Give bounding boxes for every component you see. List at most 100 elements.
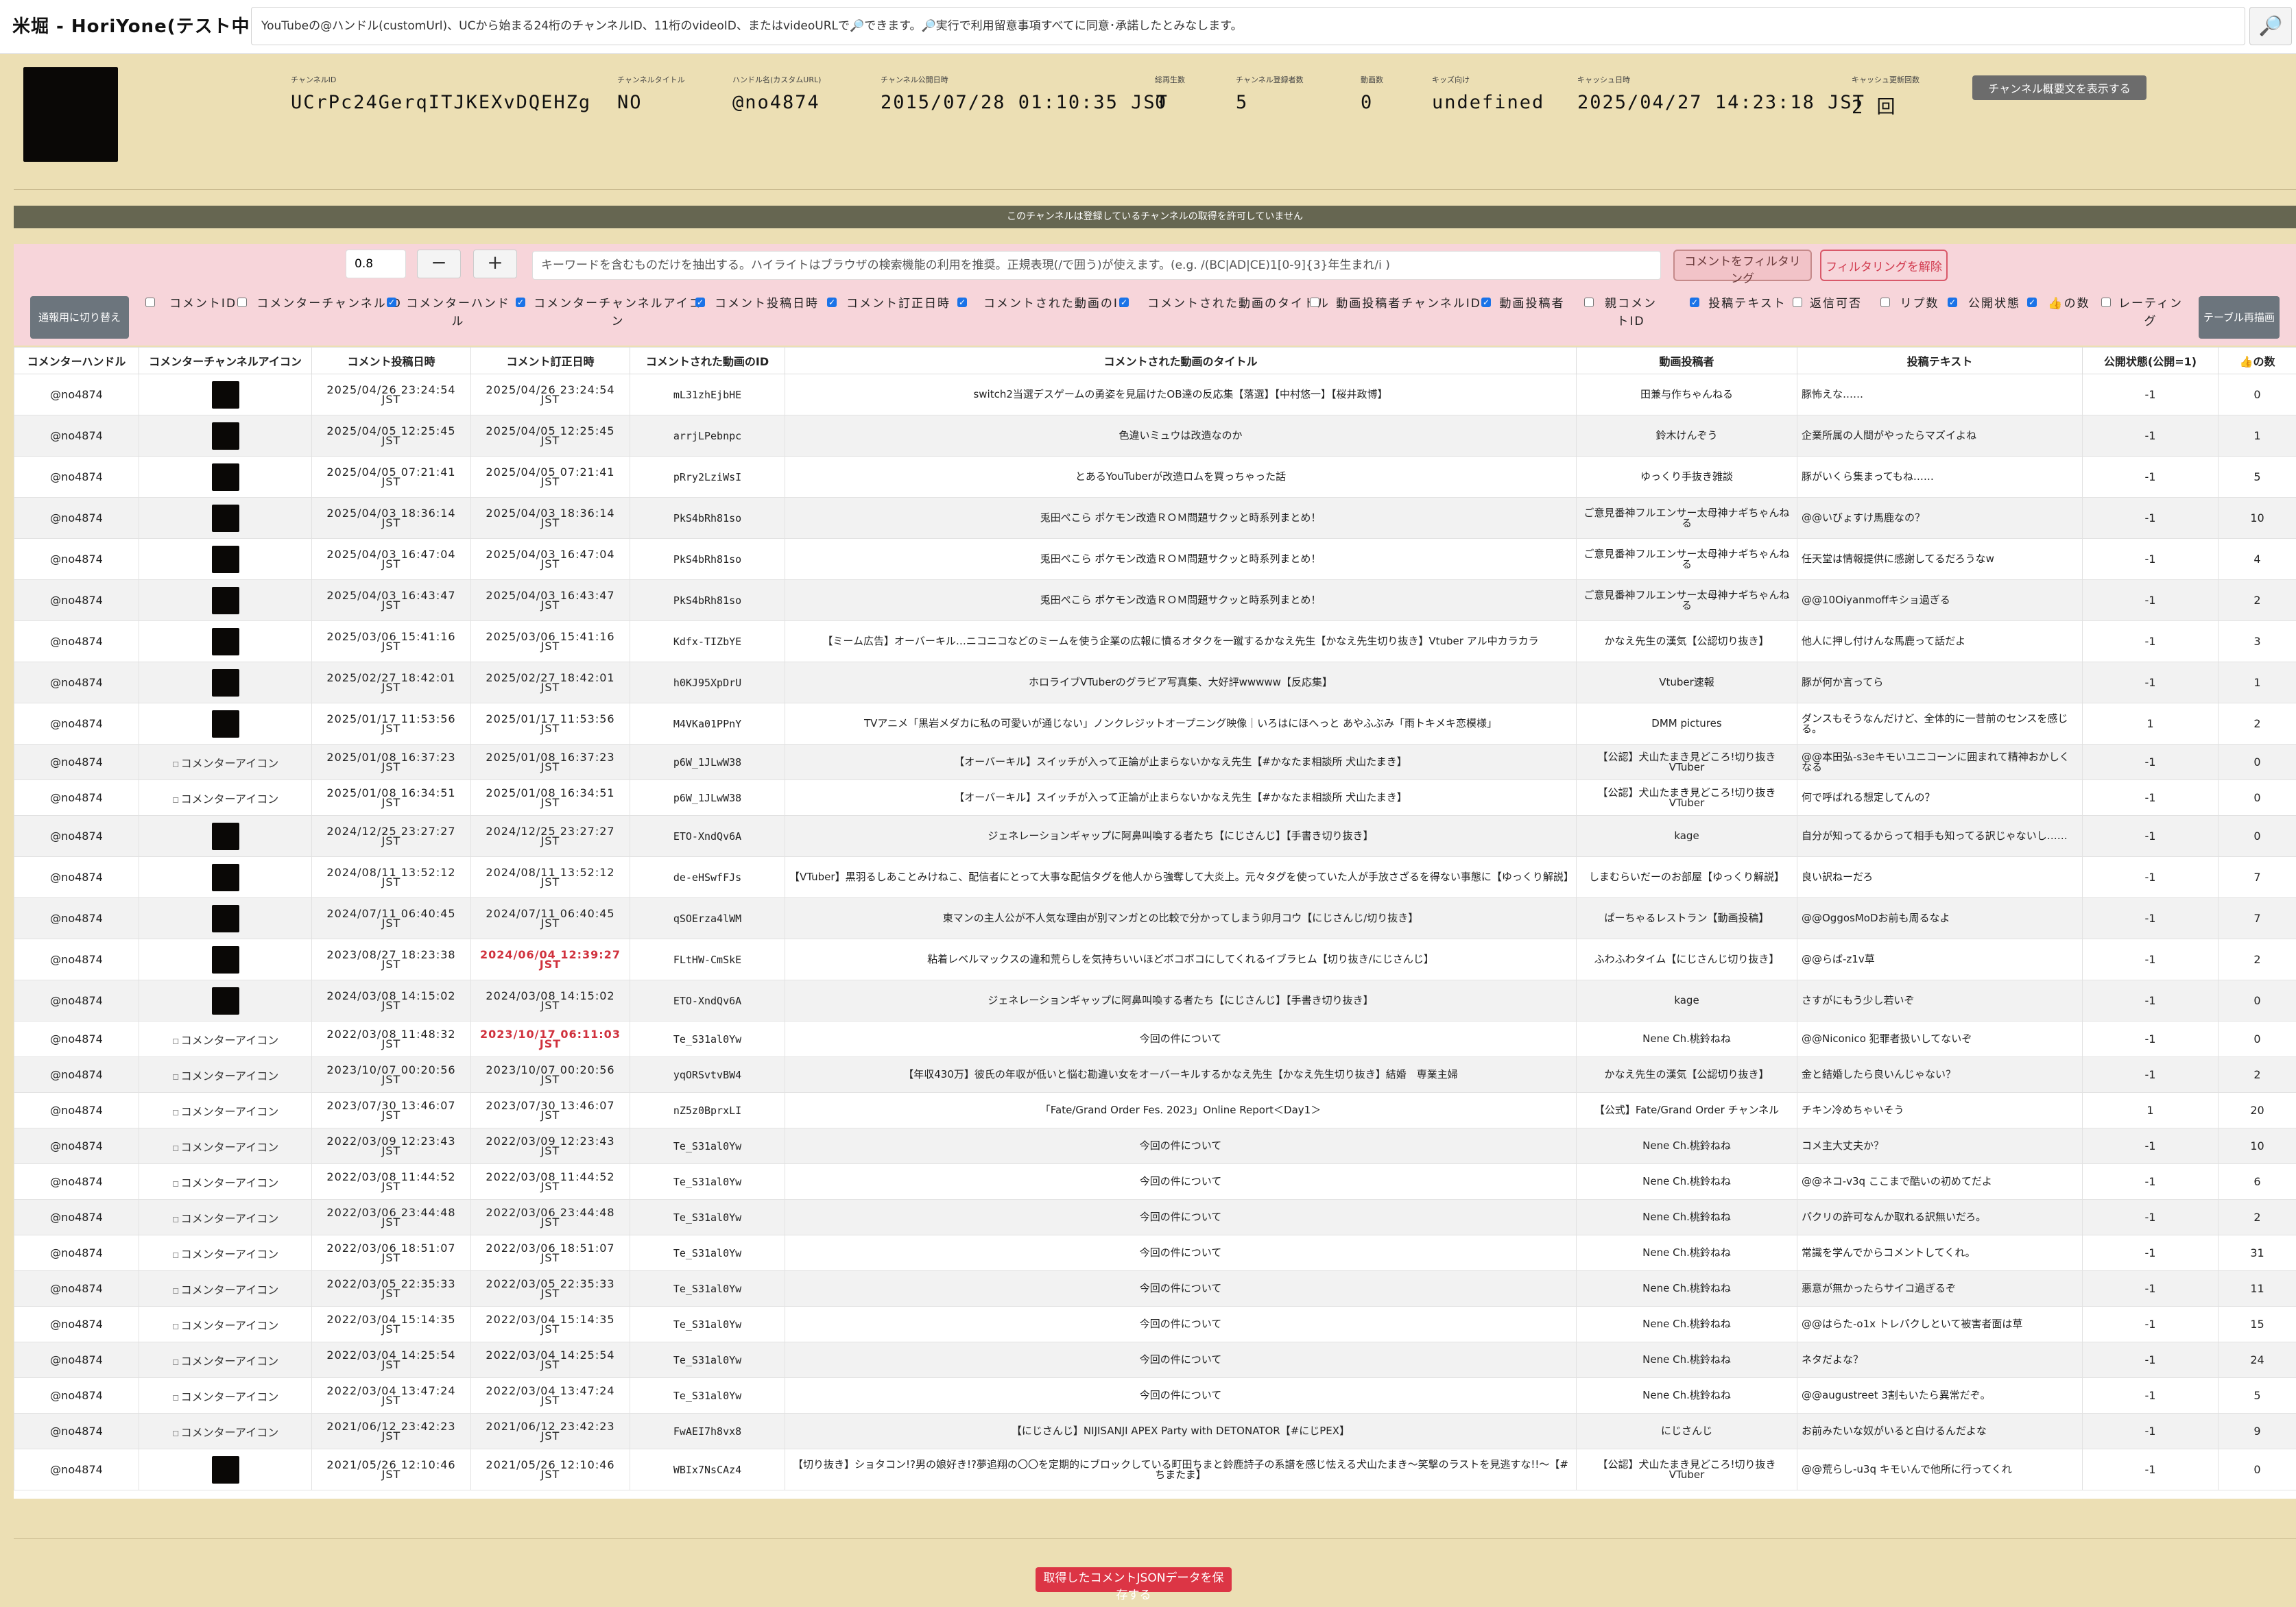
- table-row[interactable]: @no4874 2023/08/27 18:23:38 JST 2024/06/04…: [14, 939, 2296, 980]
- commenter-avatar-icon[interactable]: [211, 586, 239, 614]
- column-toggle[interactable]: ✓ 投稿テキスト: [1690, 295, 1789, 337]
- commenter-avatar-icon[interactable]: [211, 904, 239, 932]
- show-description-button[interactable]: チャンネル概要文を表示する: [1972, 75, 2146, 100]
- table-row[interactable]: @no4874コメンターアイコン2022/03/04 14:25:54 JST2…: [14, 1342, 2296, 1378]
- column-toggle[interactable]: 返信可否: [1793, 295, 1863, 337]
- checkbox-unchecked-icon[interactable]: [2101, 298, 2111, 307]
- checkbox-checked-icon[interactable]: ✓: [2027, 298, 2037, 307]
- checkbox-checked-icon[interactable]: ✓: [827, 298, 837, 307]
- column-header[interactable]: コメンターチャンネルアイコン: [139, 347, 312, 374]
- table-row[interactable]: @no4874 コメンターアイコン 2022/03/06 18:51:07 JST2…: [14, 1235, 2296, 1271]
- table-row[interactable]: @no4874 2025/04/03 16:47:04 JST 2025/04/03…: [14, 538, 2296, 580]
- commenter-avatar-icon[interactable]: [211, 545, 239, 573]
- table-row[interactable]: @no4874 2025/04/03 18:36:14 JST 2025/04/03…: [14, 497, 2296, 539]
- column-header[interactable]: コメンターハンドル: [14, 347, 139, 374]
- column-toggle[interactable]: ✓ コメントされた動画のタイトル: [1119, 295, 1341, 337]
- checkbox-checked-icon[interactable]: ✓: [1948, 298, 1957, 307]
- column-header[interactable]: コメントされた動画のID: [630, 347, 785, 374]
- table-row[interactable]: @no4874 コメンターアイコン 2021/06/12 23:42:23 JST2…: [14, 1413, 2296, 1449]
- table-row[interactable]: @no4874 コメンターアイコン 2022/03/04 15:14:35 JST2…: [14, 1306, 2296, 1342]
- table-row[interactable]: @no4874 2025/04/05 07:21:41 JST 2025/04/05…: [14, 456, 2296, 498]
- checkbox-checked-icon[interactable]: ✓: [516, 298, 525, 307]
- clear-filter-button[interactable]: フィルタリングを解除: [1820, 250, 1948, 281]
- column-toggle[interactable]: コメンターチャンネルID: [237, 295, 405, 337]
- column-toggle[interactable]: ✓ コメント訂正日時: [827, 295, 953, 337]
- checkbox-checked-icon[interactable]: ✓: [957, 298, 967, 307]
- table-row[interactable]: @no4874コメンターアイコン2023/07/30 13:46:07 JST2…: [14, 1092, 2296, 1128]
- column-header[interactable]: 動画投稿者: [1576, 347, 1797, 374]
- table-row[interactable]: @no4874コメンターアイコン2022/03/06 23:44:48 JST2…: [14, 1199, 2296, 1235]
- checkbox-checked-icon[interactable]: ✓: [1481, 298, 1491, 307]
- checkbox-checked-icon[interactable]: ✓: [1690, 298, 1699, 307]
- commenter-avatar-icon[interactable]: [211, 863, 239, 891]
- column-header[interactable]: 投稿テキスト: [1797, 347, 2083, 374]
- keyword-filter-input[interactable]: [532, 251, 1661, 280]
- table-row[interactable]: @no4874 2024/07/11 06:40:45 JST 2024/07/11…: [14, 897, 2296, 939]
- table-row[interactable]: @no4874コメンターアイコン2023/10/07 00:20:56 JST2…: [14, 1056, 2296, 1093]
- column-toggle[interactable]: ✓ 動画投稿者: [1481, 295, 1566, 337]
- commenter-avatar-icon[interactable]: [211, 380, 239, 409]
- search-input[interactable]: [251, 7, 2245, 45]
- column-toggle[interactable]: ✓ コメンターチャンネルアイコン: [516, 295, 704, 337]
- redraw-table-button[interactable]: テーブル再描画: [2199, 296, 2280, 339]
- column-toggle[interactable]: ✓ コメンターハンドル: [387, 295, 513, 337]
- column-header[interactable]: 公開状態(公開=1): [2082, 347, 2219, 374]
- commenter-avatar-icon[interactable]: [211, 822, 239, 850]
- table-row[interactable]: @no4874 コメンターアイコン 2025/01/08 16:34:51 JST2…: [14, 780, 2296, 816]
- column-toggle[interactable]: 親コメントID: [1584, 295, 1661, 337]
- search-button[interactable]: 🔎: [2249, 7, 2292, 45]
- commenter-avatar-icon[interactable]: [211, 1455, 239, 1484]
- table-row[interactable]: @no4874 コメンターアイコン 2022/03/08 11:48:32 JST2…: [14, 1021, 2296, 1057]
- increment-button[interactable]: +: [473, 250, 517, 278]
- checkbox-unchecked-icon[interactable]: [1880, 298, 1890, 307]
- table-row[interactable]: @no4874 2024/12/25 23:27:27 JST 2024/12/25…: [14, 815, 2296, 857]
- table-row[interactable]: @no4874 2024/08/11 13:52:12 JST 2024/08/11…: [14, 856, 2296, 898]
- column-header[interactable]: コメント投稿日時: [311, 347, 471, 374]
- column-toggle[interactable]: 動画投稿者チャンネルID: [1310, 295, 1491, 337]
- table-row[interactable]: @no4874 2025/04/05 12:25:45 JST 2025/04/05…: [14, 415, 2296, 457]
- filter-comments-button[interactable]: コメントをフィルタリング: [1673, 250, 1812, 286]
- column-toggle[interactable]: ✓ コメント投稿日時: [695, 295, 822, 337]
- save-json-button[interactable]: 取得したコメントJSONデータを保存する: [1036, 1567, 1232, 1602]
- column-toggle[interactable]: リプ数: [1880, 295, 1942, 337]
- column-toggle[interactable]: コメントID: [145, 295, 244, 337]
- commenter-avatar-icon[interactable]: [211, 945, 239, 974]
- checkbox-checked-icon[interactable]: ✓: [387, 298, 396, 307]
- checkbox-unchecked-icon[interactable]: [145, 298, 155, 307]
- table-row[interactable]: @no4874 2025/04/03 16:43:47 JST 2025/04/03…: [14, 579, 2296, 621]
- table-row[interactable]: @no4874 コメンターアイコン 2022/03/09 12:23:43 JST2…: [14, 1128, 2296, 1164]
- checkbox-unchecked-icon[interactable]: [1793, 298, 1802, 307]
- commenter-avatar-icon[interactable]: [211, 463, 239, 491]
- table-row[interactable]: @no4874 コメンターアイコン 2022/03/05 22:35:33 JST2…: [14, 1270, 2296, 1307]
- table-row[interactable]: @no4874 コメンターアイコン 2022/03/08 11:44:52 JST2…: [14, 1163, 2296, 1200]
- table-row[interactable]: @no4874 2025/03/06 15:41:16 JST 2025/03/06…: [14, 620, 2296, 662]
- checkbox-checked-icon[interactable]: ✓: [1119, 298, 1129, 307]
- table-row[interactable]: @no4874 2025/01/17 11:53:56 JST 2025/01/17…: [14, 703, 2296, 745]
- switch-report-view-button[interactable]: 通報用に切り替え: [30, 296, 129, 339]
- commenter-avatar-icon[interactable]: [211, 504, 239, 532]
- threshold-input[interactable]: [346, 250, 406, 278]
- column-toggle[interactable]: ✓ 公開状態: [1948, 295, 2024, 337]
- column-header[interactable]: コメント訂正日時: [470, 347, 630, 374]
- column-toggle[interactable]: レーティング: [2101, 295, 2184, 337]
- table-row[interactable]: @no4874 コメンターアイコン 2022/03/04 13:47:24 JST2…: [14, 1377, 2296, 1414]
- commenter-avatar-icon[interactable]: [211, 422, 239, 450]
- table-row[interactable]: @no4874 2024/03/08 14:15:02 JST 2024/03/08…: [14, 980, 2296, 1022]
- commenter-avatar-icon[interactable]: [211, 627, 239, 655]
- commenter-avatar-icon[interactable]: [211, 710, 239, 738]
- column-toggle[interactable]: ✓ 👍の数: [2027, 295, 2094, 337]
- checkbox-unchecked-icon[interactable]: [1310, 298, 1319, 307]
- decrement-button[interactable]: −: [417, 250, 461, 278]
- checkbox-unchecked-icon[interactable]: [1584, 298, 1594, 307]
- table-row[interactable]: @no4874 2021/05/26 12:10:46 JST 2021/05/26…: [14, 1449, 2296, 1490]
- column-toggle[interactable]: ✓ コメントされた動画のID: [957, 295, 1138, 337]
- table-row[interactable]: @no4874 コメンターアイコン 2025/01/08 16:37:23 JST2…: [14, 744, 2296, 780]
- checkbox-checked-icon[interactable]: ✓: [695, 298, 705, 307]
- table-row[interactable]: @no4874 2025/04/26 23:24:54 JST 2025/04/26…: [14, 374, 2296, 415]
- commenter-avatar-icon[interactable]: [211, 987, 239, 1015]
- checkbox-unchecked-icon[interactable]: [237, 298, 247, 307]
- table-row[interactable]: @no4874 2025/02/27 18:42:01 JST 2025/02/27…: [14, 662, 2296, 703]
- column-header[interactable]: 👍の数: [2218, 347, 2296, 374]
- column-header[interactable]: コメントされた動画のタイトル: [785, 347, 1577, 374]
- commenter-avatar-icon[interactable]: [211, 668, 239, 697]
